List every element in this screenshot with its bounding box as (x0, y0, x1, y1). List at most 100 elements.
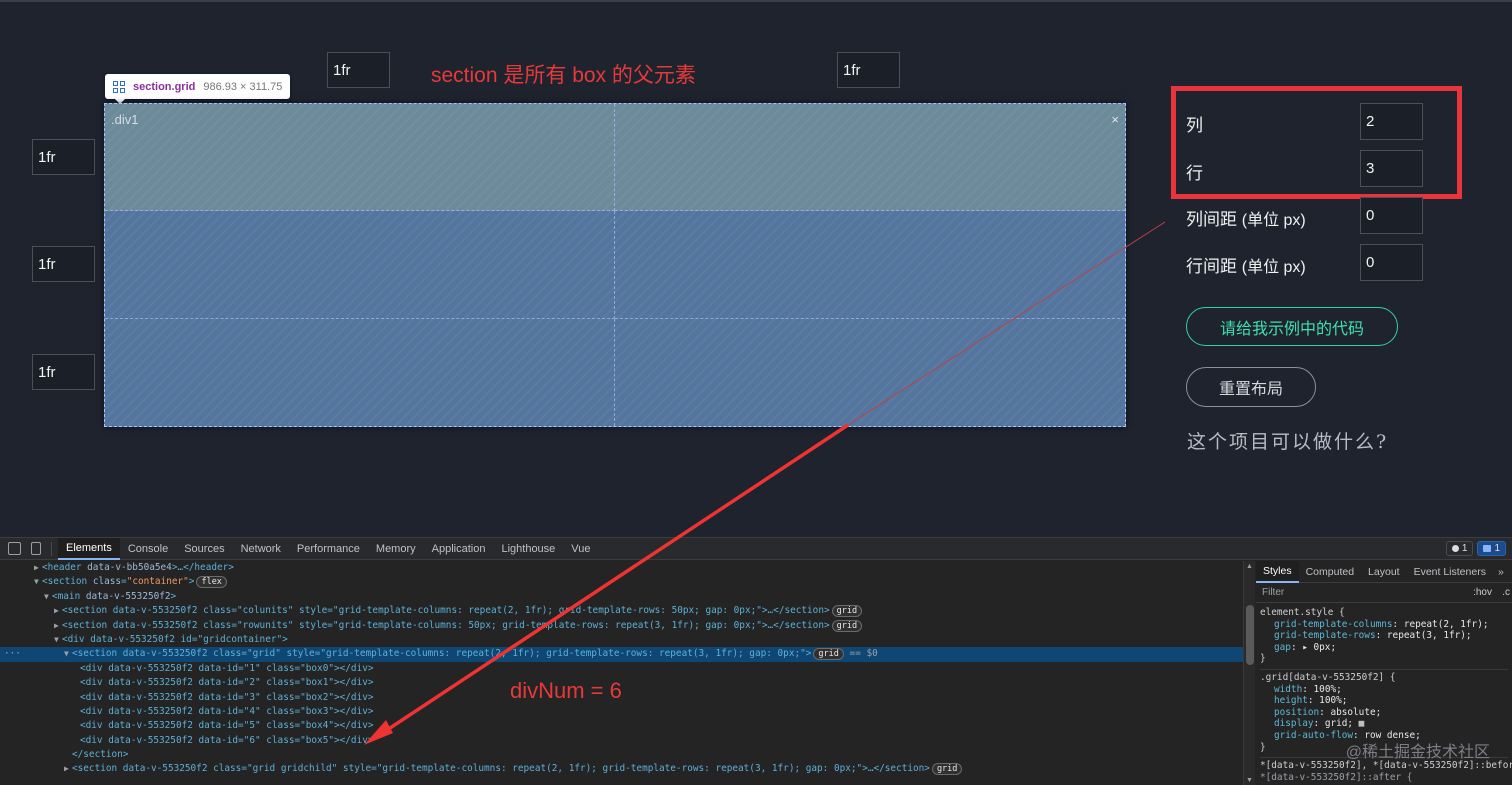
tree-attr-value: "container" (126, 576, 189, 588)
tree-node-main[interactable]: ▼ <main data-v-553250f2> (0, 590, 1243, 604)
tab-network[interactable]: Network (233, 538, 289, 560)
close-icon[interactable]: × (1111, 112, 1119, 127)
tab-application[interactable]: Application (424, 538, 494, 560)
row-unit-2[interactable]: 1fr (32, 246, 95, 282)
tree-node-rowunits[interactable]: ▶ <section data-v-553250f2 class="rowunit… (0, 619, 1243, 633)
tab-styles[interactable]: Styles (1256, 561, 1299, 583)
inspect-icon[interactable] (8, 542, 21, 555)
tree-node-colunits[interactable]: ▶ <section data-v-553250f2 class="colunit… (0, 604, 1243, 618)
cls-toggle[interactable]: .c (1502, 587, 1510, 598)
style-declaration[interactable]: display: grid; ▦ (1260, 718, 1508, 730)
expand-triangle-icon[interactable]: ▶ (54, 619, 62, 633)
tree-node-box[interactable]: <div data-v-553250f2 data-id="4" class="… (0, 705, 1243, 719)
style-declaration[interactable]: grid-template-columns: repeat(2, 1fr); (1260, 619, 1508, 631)
col-unit-2[interactable]: 1fr (837, 52, 900, 88)
elements-scrollbar[interactable]: ▲ ▼ (1243, 561, 1255, 785)
tab-sources[interactable]: Sources (176, 538, 232, 560)
grid-badge[interactable]: grid (831, 619, 863, 632)
grid-cell[interactable] (105, 211, 615, 319)
tree-node-text: </section> (72, 749, 129, 761)
issues-badge[interactable]: 1 (1445, 541, 1474, 556)
messages-badge[interactable]: 1 (1477, 541, 1506, 556)
tab-memory[interactable]: Memory (368, 538, 424, 560)
more-dots-icon[interactable]: ··· (4, 647, 21, 661)
tree-node-grid-selected[interactable]: ··· ▼ <section data-v-553250f2 class="grid… (0, 647, 1243, 662)
project-question-link[interactable]: 这个项目可以做什么? (1187, 427, 1388, 454)
device-toggle-icon[interactable] (31, 542, 41, 555)
grid-section[interactable]: .div1 × (104, 103, 1126, 427)
tab-vue[interactable]: Vue (563, 538, 598, 560)
grid-cell[interactable] (615, 211, 1125, 319)
row-unit-1[interactable]: 1fr (32, 139, 95, 175)
grid-cell[interactable] (615, 104, 1125, 212)
style-declaration[interactable]: grid-template-rows: repeat(3, 1fr); (1260, 630, 1508, 642)
prop-value: absolute; (1330, 706, 1382, 718)
col-gap-label-text: 列间距 (1186, 210, 1237, 229)
collapse-triangle-icon[interactable]: ▼ (34, 575, 42, 589)
tree-node-container[interactable]: ▼ <section class="container"> flex (0, 575, 1243, 589)
show-code-button[interactable]: 请给我示例中的代码 (1186, 307, 1398, 346)
col-count-input[interactable] (1360, 103, 1423, 140)
collapse-triangle-icon[interactable]: ▼ (54, 633, 62, 647)
col-unit-1[interactable]: 1fr (327, 52, 390, 88)
col-gap-label: 列间距 (单位 px) (1186, 205, 1306, 230)
style-declaration[interactable]: position: absolute; (1260, 707, 1508, 719)
styles-filter-input[interactable]: Filter :hov .c (1256, 583, 1512, 603)
more-tabs-icon[interactable]: » (1493, 566, 1509, 578)
grid-icon (113, 80, 125, 93)
tab-elements[interactable]: Elements (58, 537, 120, 560)
style-declaration[interactable]: gap: ▸ 0px; (1260, 642, 1508, 654)
hov-toggle[interactable]: :hov (1473, 587, 1492, 598)
row-gap-unit: (单位 px) (1241, 259, 1306, 276)
tree-tag-close: > (170, 590, 177, 602)
row-count-input[interactable] (1360, 150, 1423, 187)
rule-element-style: element.style { grid-template-columns: r… (1260, 605, 1508, 670)
tree-node-text: <section data-v-553250f2 class="grid gri… (72, 763, 930, 775)
messages-count: 1 (1494, 543, 1500, 554)
annotation-divnum: divNum = 6 (510, 678, 622, 703)
tree-node-box[interactable]: <div data-v-553250f2 data-id="6" class="… (0, 734, 1243, 748)
tab-layout[interactable]: Layout (1361, 561, 1407, 583)
scroll-up-icon[interactable]: ▲ (1246, 563, 1253, 570)
tab-computed[interactable]: Computed (1299, 561, 1361, 583)
scroll-down-icon[interactable]: ▼ (1246, 777, 1253, 784)
tree-node-text: <div data-v-553250f2 data-id="3" class="… (80, 691, 374, 703)
tree-tag-close: >…</header> (171, 562, 234, 573)
expand-triangle-icon[interactable]: ▶ (34, 561, 42, 575)
tree-node-header[interactable]: ▶ <header data-v-bb50a5e4>…</header> (0, 561, 1243, 575)
tab-console[interactable]: Console (120, 538, 176, 560)
grid-badge[interactable]: grid (931, 763, 963, 776)
style-declaration[interactable]: width: 100%; (1260, 684, 1508, 696)
grid-badge[interactable]: grid (813, 648, 844, 661)
grid-badge[interactable]: grid (831, 605, 863, 618)
scrollbar-thumb[interactable] (1246, 605, 1254, 665)
grid-cell[interactable] (615, 318, 1125, 426)
flex-badge[interactable]: flex (196, 576, 227, 589)
row-gap-input[interactable] (1360, 244, 1423, 281)
style-declaration[interactable]: height: 100%; (1260, 695, 1508, 707)
tree-node-gridchild[interactable]: ▶ <section data-v-553250f2 class="grid gr… (0, 762, 1243, 776)
collapse-triangle-icon[interactable]: ▼ (64, 647, 72, 661)
row-unit-3-value: 1fr (38, 363, 56, 381)
reset-layout-button[interactable]: 重置布局 (1186, 367, 1316, 407)
tree-node-box[interactable]: <div data-v-553250f2 data-id="5" class="… (0, 719, 1243, 733)
tree-node-text: <div data-v-553250f2 data-id="1" class="… (80, 662, 374, 674)
tree-node-gridcontainer[interactable]: ▼ <div data-v-553250f2 id="gridcontainer"… (0, 633, 1243, 647)
tab-lighthouse[interactable]: Lighthouse (493, 538, 563, 560)
collapse-triangle-icon[interactable]: ▼ (44, 590, 52, 604)
tree-node-section-close[interactable]: </section> (0, 748, 1243, 762)
row-unit-3[interactable]: 1fr (32, 354, 95, 390)
expand-triangle-icon[interactable]: ▶ (54, 604, 62, 618)
grid-cell[interactable] (105, 104, 615, 212)
devtools-tab-bar: Elements Console Sources Network Perform… (0, 537, 1512, 560)
tree-node-text: <div data-v-553250f2 data-id="6" class="… (80, 734, 374, 746)
prop-name: grid-auto-flow (1274, 729, 1354, 741)
expand-triangle-icon[interactable]: ▶ (64, 762, 72, 776)
tab-event-listeners[interactable]: Event Listeners (1407, 561, 1493, 583)
tab-performance[interactable]: Performance (289, 538, 368, 560)
message-icon (1483, 545, 1492, 552)
watermark: @稀土掘金技术社区 (1345, 744, 1490, 761)
col-gap-input[interactable] (1360, 197, 1423, 234)
grid-cell[interactable] (105, 318, 615, 426)
tree-node-box[interactable]: <div data-v-553250f2 data-id="1" class="… (0, 662, 1243, 676)
